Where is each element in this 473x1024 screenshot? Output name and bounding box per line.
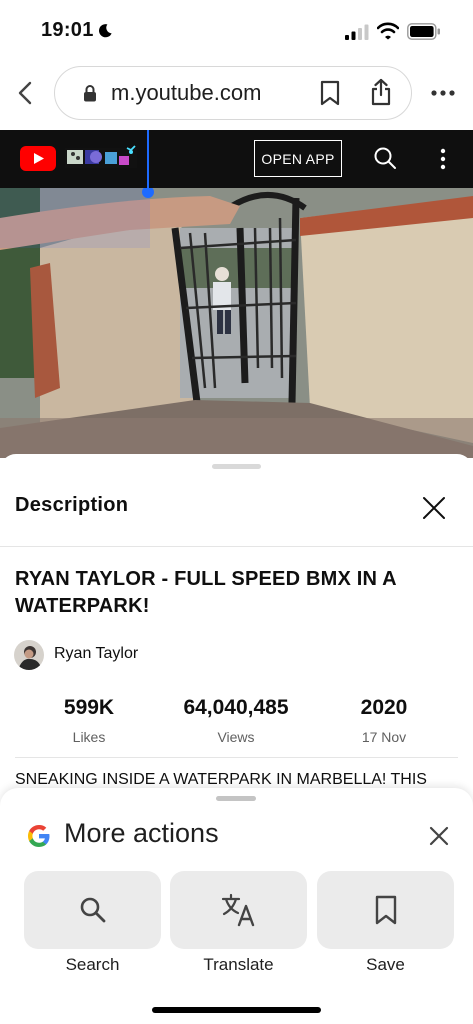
back-icon[interactable] (14, 80, 38, 106)
search-action-button[interactable] (24, 871, 161, 949)
search-action-label: Search (65, 955, 120, 974)
drag-handle[interactable] (216, 796, 256, 801)
panel-title: Description (15, 494, 129, 516)
translate-action-label: Translate (203, 955, 274, 974)
youtube-logo-icon[interactable] (20, 146, 56, 171)
close-icon[interactable] (420, 494, 448, 522)
address-bar[interactable]: m.youtube.com (54, 66, 412, 120)
drag-handle[interactable] (212, 464, 261, 469)
translate-action-button[interactable] (170, 871, 307, 949)
save-action-label: Save (366, 955, 405, 974)
battery-icon (407, 23, 440, 40)
avatar[interactable] (14, 640, 44, 670)
stat-value: 599K (63, 696, 115, 719)
stat-date: 2020 17 Nov (309, 696, 459, 745)
share-icon[interactable] (369, 78, 393, 106)
status-time: 19:01 (41, 19, 94, 41)
stat-label: Likes (72, 729, 106, 745)
open-app-button[interactable]: OPEN APP (254, 140, 342, 177)
home-indicator[interactable] (152, 1007, 321, 1013)
divider (0, 546, 473, 547)
stat-value: 2020 (360, 696, 408, 719)
url-text: m.youtube.com (111, 80, 262, 105)
divider (15, 757, 458, 758)
search-icon (80, 897, 105, 923)
browser-toolbar: m.youtube.com (0, 62, 473, 130)
bookmark-icon[interactable] (319, 80, 341, 106)
youtube-doodle-icon (65, 145, 137, 168)
translate-icon (221, 893, 254, 927)
lock-icon (84, 85, 96, 102)
video-title: RYAN TAYLOR - FULL SPEED BMX IN A WATERP… (15, 568, 397, 617)
wifi-icon (377, 22, 399, 40)
status-bar: 19:01 (0, 0, 473, 62)
more-actions-title: More actions (64, 818, 219, 848)
stat-label: 17 Nov (361, 729, 407, 745)
more-options-icon[interactable] (430, 84, 456, 102)
stat-label: Views (217, 729, 255, 745)
channel-name[interactable]: Ryan Taylor (54, 645, 138, 663)
description-text: SNEAKING INSIDE A WATERPARK IN MARBELLA!… (15, 771, 427, 788)
search-icon[interactable] (373, 146, 397, 170)
stat-value: 64,040,485 (183, 696, 289, 719)
moon-icon (99, 24, 112, 38)
stat-views: 64,040,485 Views (161, 696, 311, 745)
save-action-button[interactable] (317, 871, 454, 949)
stat-likes: 599K Likes (14, 696, 164, 745)
bookmark-icon (375, 895, 396, 925)
more-vertical-icon[interactable] (434, 147, 452, 171)
google-logo-icon (28, 825, 50, 847)
text-selection-handle (147, 130, 149, 192)
video-player[interactable] (0, 188, 473, 458)
cellular-signal-icon (345, 24, 369, 40)
close-icon[interactable] (428, 825, 450, 847)
